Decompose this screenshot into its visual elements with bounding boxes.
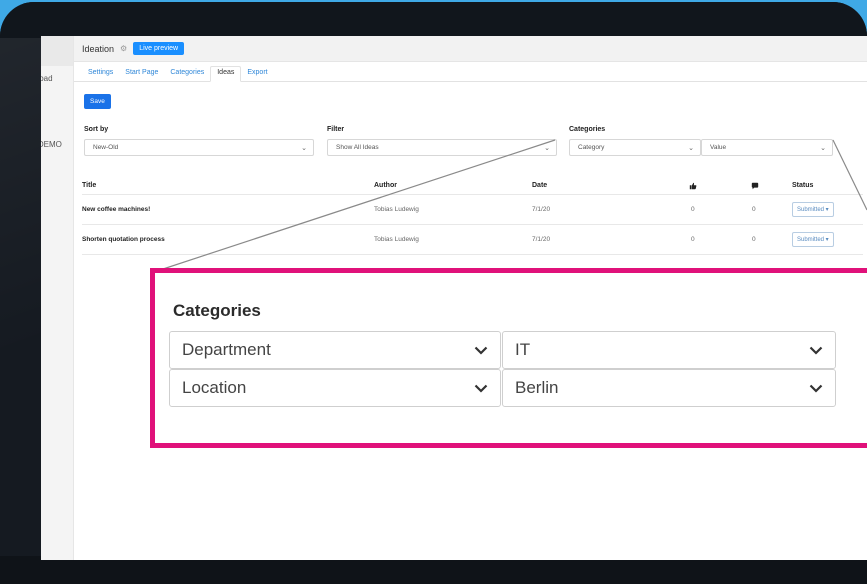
chevron-down-icon — [809, 343, 823, 358]
sidebar-item-demo[interactable]: - DEMO — [41, 140, 62, 149]
column-title: Title — [82, 182, 97, 189]
idea-date: 7/1/20 — [532, 206, 551, 213]
idea-title[interactable]: Shorten quotation process — [82, 236, 165, 243]
title-bar: Ideation ⚙ Live preview — [74, 36, 867, 62]
chevron-down-icon: ⌄ — [301, 144, 307, 152]
department-label: Department — [182, 340, 271, 359]
category-value: Category — [578, 144, 605, 151]
chevron-down-icon: ⌄ — [820, 144, 826, 152]
callout-title: Categories — [173, 301, 261, 320]
department-value: IT — [515, 340, 531, 359]
department-select[interactable]: Department — [169, 331, 501, 369]
tab-export[interactable]: Export — [241, 69, 273, 81]
status-dropdown[interactable]: Submitted ▾ — [792, 232, 834, 247]
location-value-select[interactable]: Berlin — [502, 369, 836, 407]
sort-by-select[interactable]: New-Old ⌄ — [84, 139, 314, 156]
tablet-bezel-bottom — [0, 556, 867, 584]
idea-date: 7/1/20 — [532, 236, 551, 243]
save-button[interactable]: Save — [84, 94, 111, 109]
category-select[interactable]: Category ⌄ — [569, 139, 701, 156]
live-preview-button[interactable]: Live preview — [133, 42, 185, 55]
tab-categories[interactable]: Categories — [164, 69, 210, 81]
idea-title[interactable]: New coffee machines! — [82, 206, 150, 213]
sort-by-value: New-Old — [93, 144, 119, 151]
sidebar-item-download[interactable]: nload — [41, 74, 53, 83]
chevron-down-icon — [474, 381, 488, 396]
comment-icon — [751, 182, 759, 192]
tablet-bezel-top — [0, 2, 867, 38]
thumbs-up-icon — [689, 182, 697, 192]
status-dropdown[interactable]: Submitted ▾ — [792, 202, 834, 217]
chevron-down-icon — [809, 381, 823, 396]
idea-author: Tobias Ludewig — [374, 236, 419, 243]
value-value: Value — [710, 144, 727, 151]
column-status: Status — [792, 182, 814, 189]
idea-comments: 0 — [752, 236, 756, 243]
tab-start-page[interactable]: Start Page — [119, 69, 164, 81]
idea-likes: 0 — [691, 206, 695, 213]
idea-likes: 0 — [691, 236, 695, 243]
value-select[interactable]: Value ⌄ — [701, 139, 833, 156]
chevron-down-icon: ⌄ — [688, 144, 694, 152]
location-select[interactable]: Location — [169, 369, 501, 407]
filter-select[interactable]: Show All Ideas ⌄ — [327, 139, 557, 156]
column-author: Author — [374, 182, 397, 189]
idea-comments: 0 — [752, 206, 756, 213]
tab-bar: Settings Start Page Categories Ideas Exp… — [74, 62, 867, 82]
location-value: Berlin — [515, 378, 559, 397]
chevron-down-icon — [474, 343, 488, 358]
categories-label: Categories — [569, 126, 606, 133]
tab-ideas[interactable]: Ideas — [210, 66, 242, 82]
page-title: Ideation — [82, 43, 115, 54]
department-value-select[interactable]: IT — [502, 331, 836, 369]
sort-by-label: Sort by — [84, 126, 109, 133]
filter-value: Show All Ideas — [336, 144, 379, 151]
tab-settings[interactable]: Settings — [82, 69, 119, 81]
idea-author: Tobias Ludewig — [374, 206, 419, 213]
categories-callout: Categories Department IT Location Berlin — [150, 268, 867, 448]
filter-label: Filter — [327, 126, 345, 133]
sidebar: nload - DEMO — [41, 36, 74, 560]
gear-icon[interactable]: ⚙ — [120, 44, 127, 53]
location-label: Location — [182, 378, 247, 397]
chevron-down-icon: ⌄ — [544, 144, 550, 152]
column-date: Date — [532, 182, 548, 189]
